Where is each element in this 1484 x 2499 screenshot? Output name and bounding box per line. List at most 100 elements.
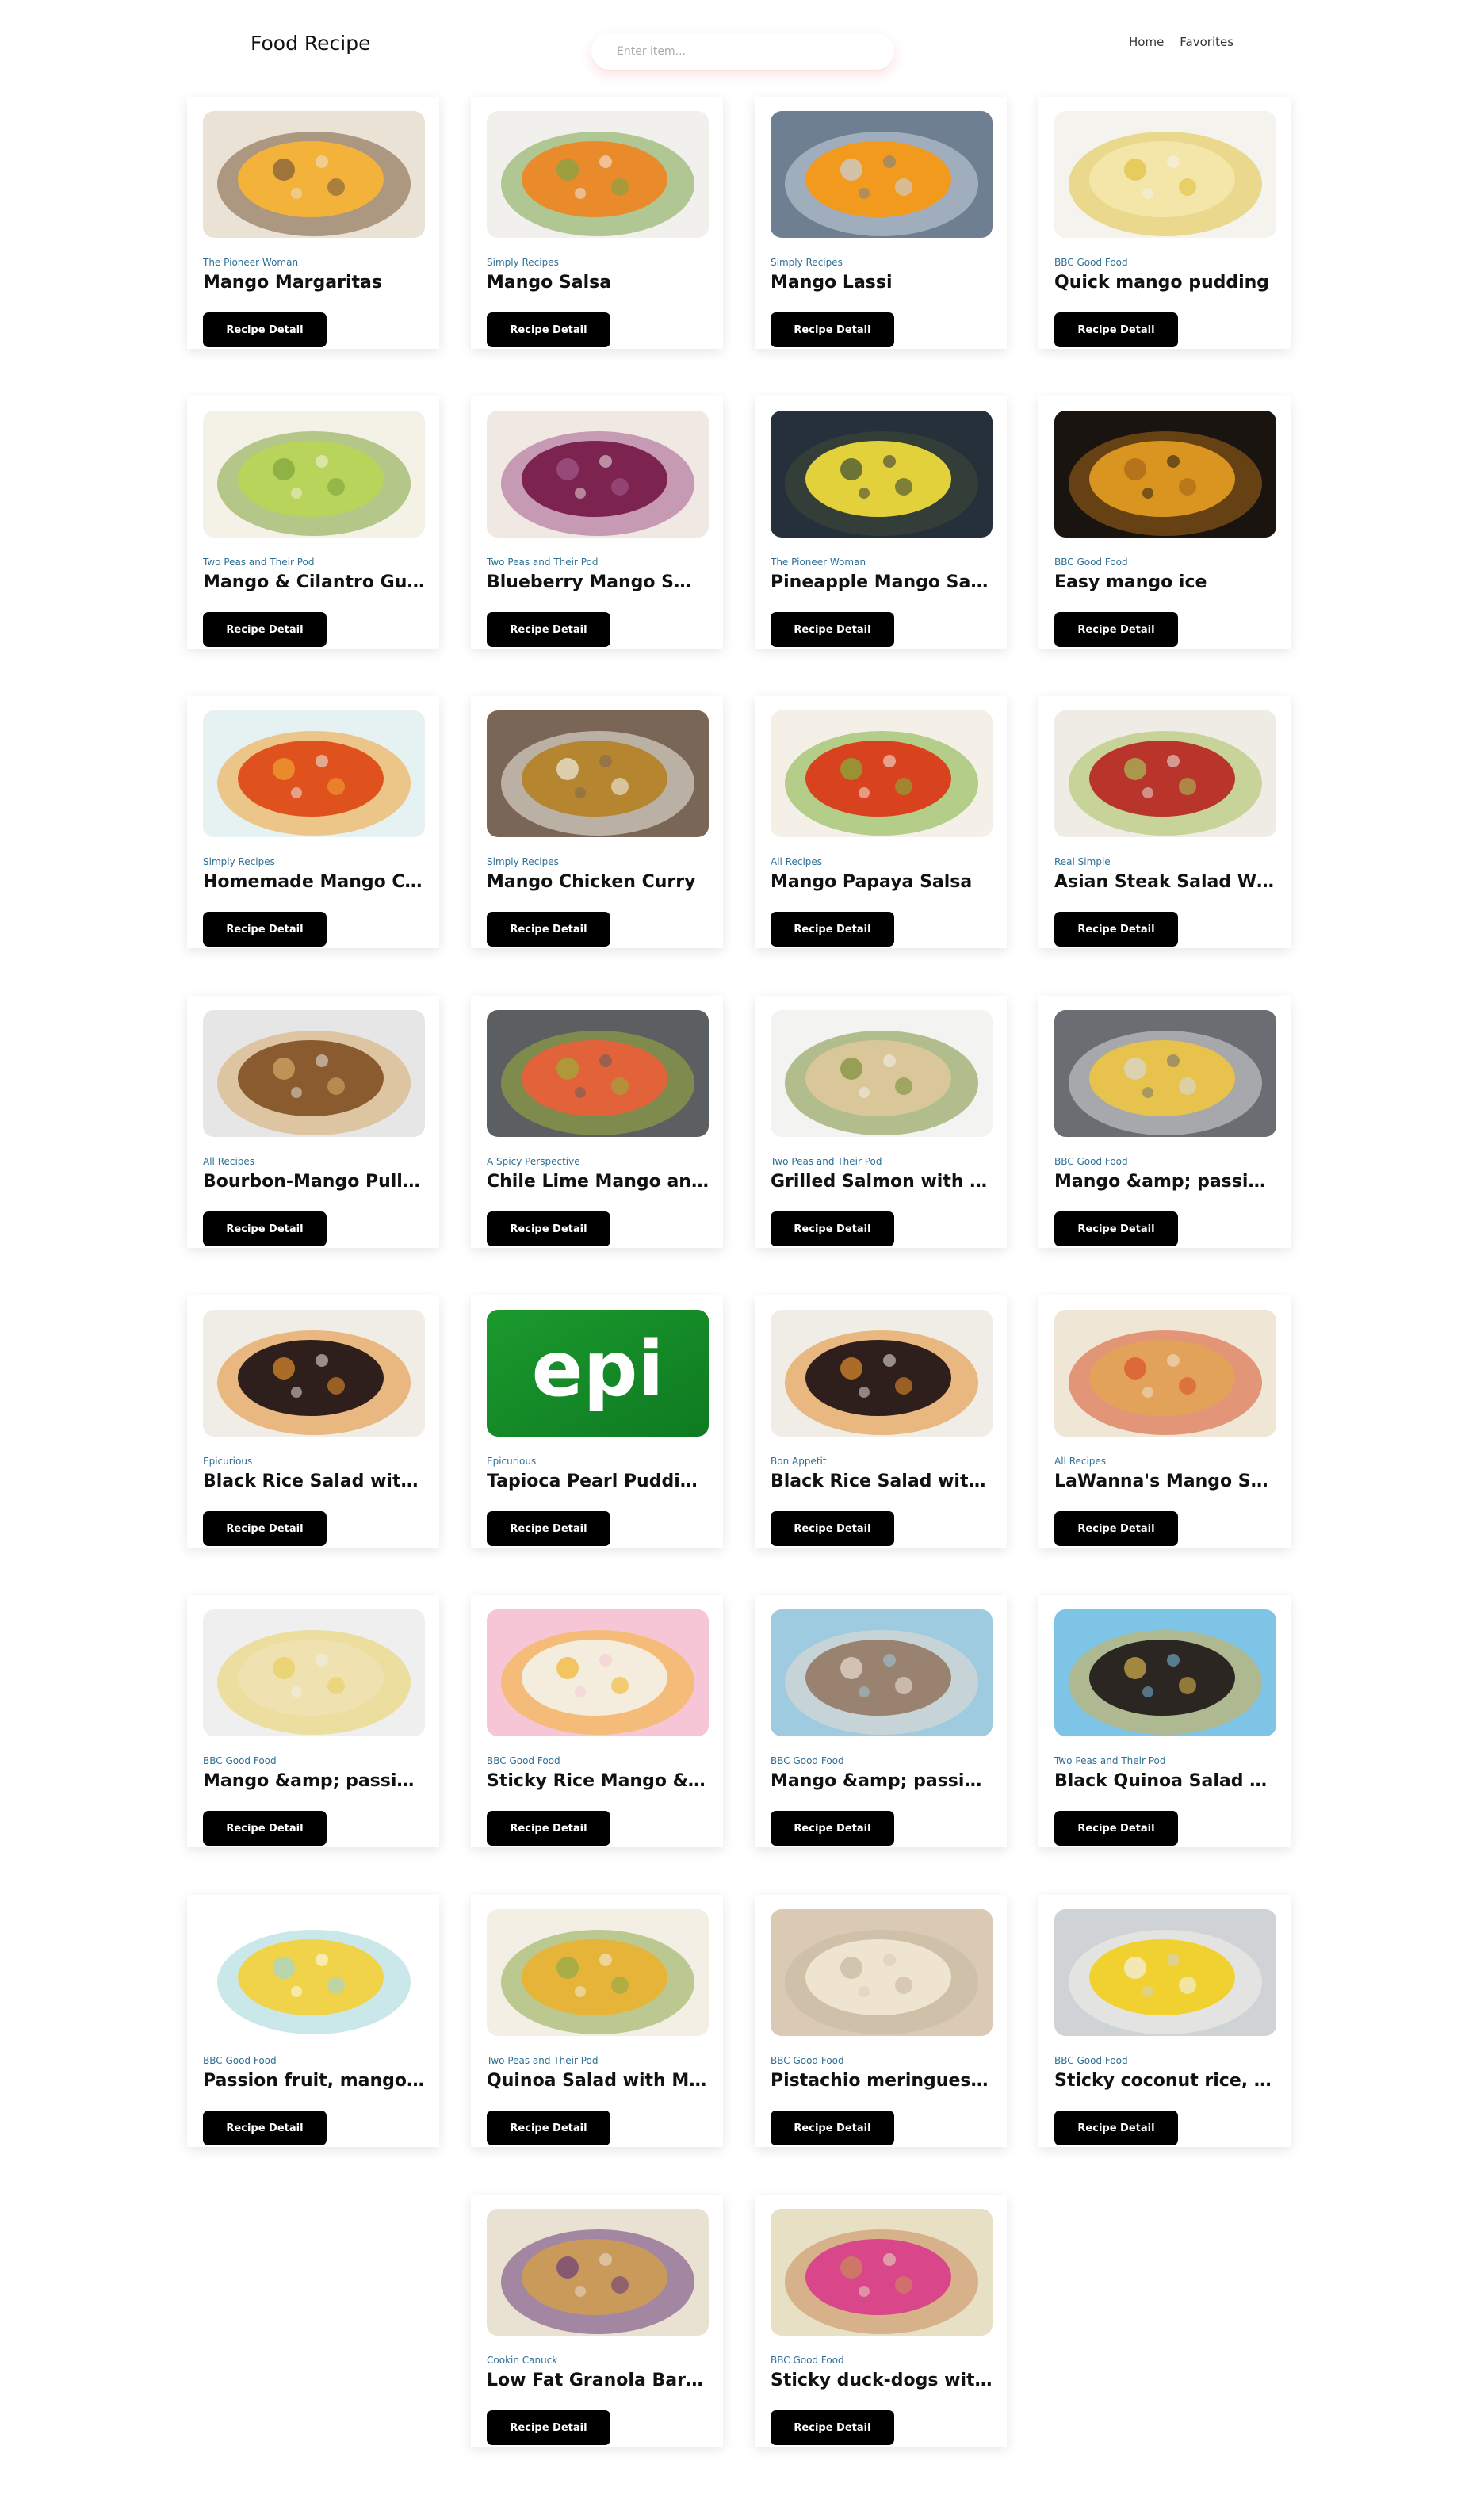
nav-link-favorites[interactable]: Favorites — [1180, 35, 1233, 49]
recipe-detail-button[interactable]: Recipe Detail — [1054, 612, 1178, 647]
recipe-publisher: All Recipes — [771, 856, 823, 867]
recipe-publisher: Two Peas and Their Pod — [487, 2055, 599, 2066]
recipe-image — [771, 710, 993, 837]
recipe-image — [1054, 710, 1276, 837]
recipe-publisher: Simply Recipes — [771, 257, 843, 268]
recipe-detail-button[interactable]: Recipe Detail — [771, 2111, 894, 2145]
recipe-detail-button[interactable]: Recipe Detail — [203, 312, 327, 347]
recipe-publisher: Two Peas and Their Pod — [487, 557, 599, 568]
recipe-detail-button[interactable]: Recipe Detail — [203, 912, 327, 947]
recipe-detail-button[interactable]: Recipe Detail — [203, 1811, 327, 1846]
recipe-image — [487, 2209, 709, 2336]
recipe-title: Quick mango pudding — [1054, 273, 1270, 293]
recipe-title: Mango Margaritas — [203, 273, 382, 293]
nav-link-home[interactable]: Home — [1129, 35, 1164, 49]
recipe-card: Simply Recipes Homemade Mango Ch... Recipe… — [187, 696, 439, 948]
recipe-detail-button[interactable]: Recipe Detail — [1054, 912, 1178, 947]
recipe-card: BBC Good Food Quick mango pudding Recipe D… — [1038, 97, 1291, 349]
recipe-title: Black Quinoa Salad wit... — [1054, 1771, 1276, 1791]
recipe-title: Asian Steak Salad Wit... — [1054, 872, 1276, 892]
recipe-detail-button[interactable]: Recipe Detail — [1054, 1211, 1178, 1246]
recipe-publisher: Epicurious — [487, 1456, 537, 1467]
recipe-detail-button[interactable]: Recipe Detail — [203, 1211, 327, 1246]
recipe-publisher: BBC Good Food — [203, 2055, 277, 2066]
recipe-image — [1054, 111, 1276, 238]
recipe-publisher: Epicurious — [203, 1456, 253, 1467]
recipe-title: LaWanna's Mango Sals... — [1054, 1471, 1276, 1491]
recipe-detail-button[interactable]: Recipe Detail — [487, 1211, 610, 1246]
recipe-card: BBC Good Food Sticky duck-dogs with ... Re… — [755, 2195, 1007, 2447]
recipe-detail-button[interactable]: Recipe Detail — [487, 612, 610, 647]
recipe-detail-button[interactable]: Recipe Detail — [487, 1811, 610, 1846]
recipe-detail-button[interactable]: Recipe Detail — [771, 1811, 894, 1846]
recipe-card: Cookin Canuck Low Fat Granola Bars ... Rec… — [471, 2195, 723, 2447]
recipe-image — [487, 111, 709, 238]
recipe-card: BBC Good Food Easy mango ice Recipe Detail — [1038, 396, 1291, 649]
recipe-card: BBC Good Food Mango &amp; passion... Recip… — [187, 1595, 439, 1847]
recipe-card: A Spicy Perspective Chile Lime Mango and.… — [471, 996, 723, 1248]
search-input[interactable] — [591, 33, 894, 70]
recipe-title: Mango Salsa — [487, 273, 612, 293]
recipe-title: Grilled Salmon with M... — [771, 1172, 993, 1192]
recipe-detail-button[interactable]: Recipe Detail — [771, 2410, 894, 2445]
recipe-card: BBC Good Food Pistachio meringues w... Rec… — [755, 1895, 1007, 2147]
recipe-image — [771, 1909, 993, 2036]
recipe-title: Blueberry Mango Smo... — [487, 572, 709, 592]
recipe-detail-button[interactable]: Recipe Detail — [487, 312, 610, 347]
recipe-publisher: Two Peas and Their Pod — [203, 557, 315, 568]
recipe-card: Two Peas and Their Pod Grilled Salmon wit… — [755, 996, 1007, 1248]
recipe-title: Quinoa Salad with Ma... — [487, 2071, 709, 2091]
recipe-card: Real Simple Asian Steak Salad Wit... Recip… — [1038, 696, 1291, 948]
recipe-card: BBC Good Food Passion fruit, mango ... Rec… — [187, 1895, 439, 2147]
recipe-detail-button[interactable]: Recipe Detail — [487, 1511, 610, 1546]
recipe-image — [1054, 411, 1276, 538]
recipe-card: The Pioneer Woman Mango Margaritas Recipe … — [187, 97, 439, 349]
recipe-title: Mango &amp; passion... — [771, 1771, 993, 1791]
recipe-detail-button[interactable]: Recipe Detail — [203, 612, 327, 647]
recipe-publisher: Simply Recipes — [487, 257, 559, 268]
recipe-image — [1054, 1609, 1276, 1736]
recipe-publisher: A Spicy Perspective — [487, 1156, 580, 1167]
recipe-detail-button[interactable]: Recipe Detail — [1054, 1511, 1178, 1546]
recipe-image: epi — [487, 1310, 709, 1437]
recipe-publisher: BBC Good Food — [487, 1755, 560, 1766]
recipe-detail-button[interactable]: Recipe Detail — [487, 2111, 610, 2145]
recipe-detail-button[interactable]: Recipe Detail — [771, 312, 894, 347]
recipe-title: Tapioca Pearl Pudding ... — [487, 1471, 709, 1491]
recipe-detail-button[interactable]: Recipe Detail — [771, 1511, 894, 1546]
recipe-image — [203, 411, 425, 538]
recipe-image — [771, 1609, 993, 1736]
recipe-detail-button[interactable]: Recipe Detail — [203, 2111, 327, 2145]
recipe-image — [1054, 1310, 1276, 1437]
recipe-title: Bourbon-Mango Pulle... — [203, 1172, 425, 1192]
recipe-detail-button[interactable]: Recipe Detail — [1054, 1811, 1178, 1846]
recipe-detail-button[interactable]: Recipe Detail — [771, 1211, 894, 1246]
brand-title[interactable]: Food Recipe — [251, 32, 370, 55]
recipe-publisher: BBC Good Food — [1054, 257, 1128, 268]
recipe-card: epi Epicurious Tapioca Pearl Pudding ... Re… — [471, 1295, 723, 1548]
recipe-title: Low Fat Granola Bars ... — [487, 2371, 709, 2390]
recipe-title: Mango Lassi — [771, 273, 893, 293]
recipe-publisher: Two Peas and Their Pod — [771, 1156, 882, 1167]
recipe-detail-button[interactable]: Recipe Detail — [487, 912, 610, 947]
recipe-detail-button[interactable]: Recipe Detail — [1054, 312, 1178, 347]
recipe-title: Mango Chicken Curry — [487, 872, 696, 892]
recipe-image — [487, 710, 709, 837]
recipe-image — [1054, 1909, 1276, 2036]
recipe-publisher: BBC Good Food — [1054, 2055, 1128, 2066]
recipe-card: Simply Recipes Mango Lassi Recipe Detail — [755, 97, 1007, 349]
recipe-publisher: BBC Good Food — [1054, 1156, 1128, 1167]
recipe-image — [487, 1609, 709, 1736]
recipe-title: Black Rice Salad with ... — [203, 1471, 425, 1491]
recipe-image — [203, 1609, 425, 1736]
recipe-detail-button[interactable]: Recipe Detail — [487, 2410, 610, 2445]
recipe-detail-button[interactable]: Recipe Detail — [771, 912, 894, 947]
recipe-detail-button[interactable]: Recipe Detail — [1054, 2111, 1178, 2145]
nav-links: Home Favorites — [1129, 35, 1233, 49]
recipe-publisher: Cookin Canuck — [487, 2355, 558, 2366]
recipe-detail-button[interactable]: Recipe Detail — [203, 1511, 327, 1546]
recipe-card: All Recipes LaWanna's Mango Sals... Recipe… — [1038, 1295, 1291, 1548]
recipe-detail-button[interactable]: Recipe Detail — [771, 612, 894, 647]
recipe-title: Mango & Cilantro Gua... — [203, 572, 425, 592]
recipe-publisher: All Recipes — [1054, 1456, 1107, 1467]
